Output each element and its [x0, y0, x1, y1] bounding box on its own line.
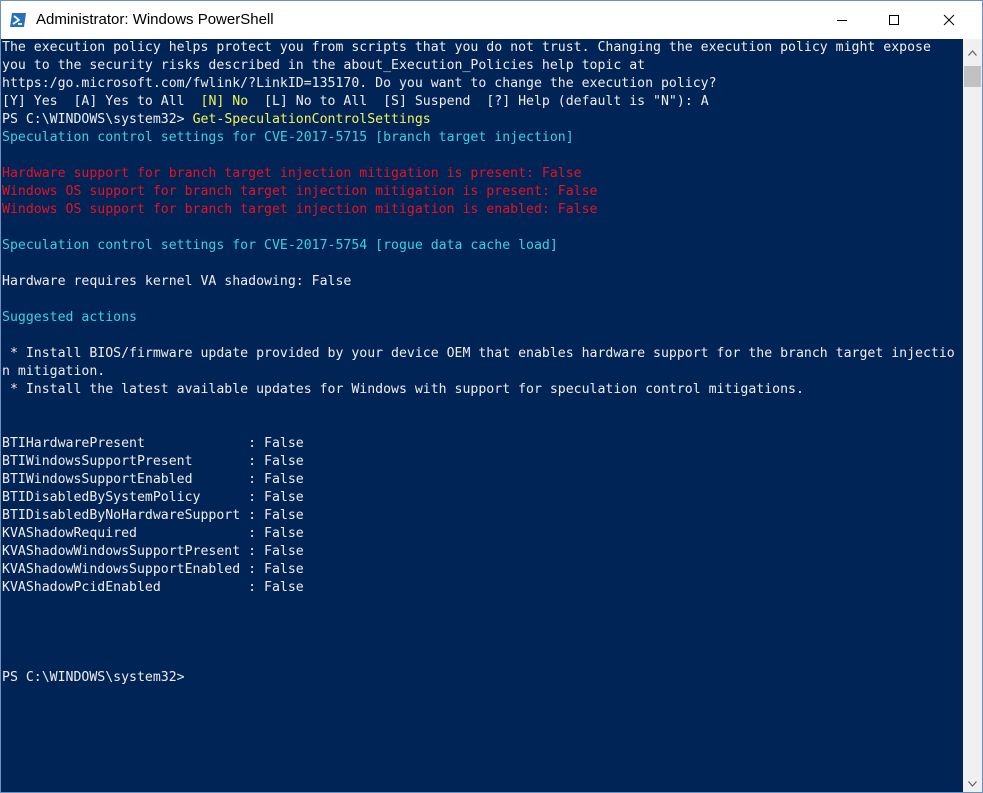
console-output[interactable]: The execution policy helps protect you f…: [1, 39, 963, 792]
minimize-button[interactable]: [819, 1, 865, 39]
console-line: Hardware requires kernel VA shadowing: F…: [2, 273, 351, 291]
maximize-icon: [888, 11, 900, 30]
console-line: https:/go.microsoft.com/fwlink/?LinkID=1…: [2, 75, 717, 93]
console-line: you to the security risks described in t…: [2, 57, 645, 75]
console-line: [Y] Yes [A] Yes to All [N] No [L] No to …: [2, 93, 709, 111]
console-text: The execution policy helps protect you f…: [2, 40, 931, 55]
title-bar[interactable]: Administrator: Windows PowerShell: [1, 1, 982, 39]
console-line: Windows OS support for branch target inj…: [2, 201, 597, 219]
console-line: * Install BIOS/firmware update provided …: [2, 345, 955, 363]
console-line: KVAShadowRequired : False: [2, 525, 304, 543]
console-text: you to the security risks described in t…: [2, 58, 646, 73]
console-line: BTIHardwarePresent : False: [2, 435, 304, 453]
vertical-scrollbar[interactable]: [963, 39, 982, 792]
console-line: KVAShadowWindowsSupportPresent : False: [2, 543, 304, 561]
console-text: [Y] Yes [A] Yes to All: [2, 94, 201, 109]
console-text: Hardware support for branch target injec…: [2, 166, 582, 181]
console-line: PS C:\WINDOWS\system32> Get-SpeculationC…: [2, 111, 431, 129]
console-text: BTIDisabledByNoHardwareSupport : False: [2, 508, 304, 523]
console-text: BTIDisabledBySystemPolicy : False: [2, 490, 304, 505]
console-text: BTIWindowsSupportPresent : False: [2, 454, 304, 469]
console-text: PS C:\WINDOWS\system32>: [2, 670, 185, 685]
console-text: Suggested actions: [2, 310, 137, 325]
console-text: KVAShadowWindowsSupportPresent : False: [2, 544, 304, 559]
console-text: Windows OS support for branch target inj…: [2, 184, 598, 199]
console-line: BTIWindowsSupportEnabled : False: [2, 471, 304, 489]
console-line: KVAShadowWindowsSupportEnabled : False: [2, 561, 304, 579]
scroll-up-button[interactable]: [963, 39, 982, 61]
minimize-icon: [836, 11, 848, 30]
console-line: BTIDisabledBySystemPolicy : False: [2, 489, 304, 507]
console-text: Get-SpeculationControlSettings: [192, 112, 431, 127]
powershell-window: Administrator: Windows PowerShell The ex…: [0, 0, 983, 793]
console-text: n mitigation.: [2, 364, 106, 379]
console-line: BTIDisabledByNoHardwareSupport : False: [2, 507, 304, 525]
scroll-up-arrow-icon: [968, 41, 977, 60]
console-line: Hardware support for branch target injec…: [2, 165, 582, 183]
console-line: Speculation control settings for CVE-201…: [2, 129, 574, 147]
console-text: * Install the latest available updates f…: [2, 382, 804, 397]
console-text: Speculation control settings for CVE-201…: [2, 130, 574, 145]
console-text: [L] No to All [S] Suspend [?] Help (defa…: [248, 94, 709, 109]
close-button[interactable]: [926, 1, 972, 39]
console-text: [N] No: [200, 94, 249, 109]
maximize-button[interactable]: [871, 1, 917, 39]
console-text: KVAShadowRequired : False: [2, 526, 304, 541]
console-text: https:/go.microsoft.com/fwlink/?LinkID=1…: [2, 76, 717, 91]
console-line: * Install the latest available updates f…: [2, 381, 804, 399]
console-text: Windows OS support for branch target inj…: [2, 202, 598, 217]
console-line: BTIWindowsSupportPresent : False: [2, 453, 304, 471]
console-line: Speculation control settings for CVE-201…: [2, 237, 558, 255]
console-text: KVAShadowPcidEnabled : False: [2, 580, 304, 595]
scrollbar-thumb[interactable]: [964, 66, 981, 87]
console-line: The execution policy helps protect you f…: [2, 39, 931, 57]
console-text: PS C:\WINDOWS\system32>: [2, 112, 193, 127]
console-line: n mitigation.: [2, 363, 105, 381]
scroll-down-arrow-icon: [968, 772, 977, 791]
console-text: Hardware requires kernel VA shadowing: F…: [2, 274, 352, 289]
window-title: Administrator: Windows PowerShell: [36, 11, 274, 28]
console-line: KVAShadowPcidEnabled : False: [2, 579, 304, 597]
console-text: BTIHardwarePresent : False: [2, 436, 304, 451]
console-line: Suggested actions: [2, 309, 137, 327]
console-line: PS C:\WINDOWS\system32>: [2, 669, 185, 687]
scroll-down-button[interactable]: [963, 770, 982, 792]
console-text: Speculation control settings for CVE-201…: [2, 238, 558, 253]
console-text: BTIWindowsSupportEnabled : False: [2, 472, 304, 487]
console-text: KVAShadowWindowsSupportEnabled : False: [2, 562, 304, 577]
close-icon: [943, 11, 955, 30]
console-line: Windows OS support for branch target inj…: [2, 183, 597, 201]
powershell-icon[interactable]: [9, 11, 27, 29]
console-text: * Install BIOS/firmware update provided …: [2, 346, 955, 361]
